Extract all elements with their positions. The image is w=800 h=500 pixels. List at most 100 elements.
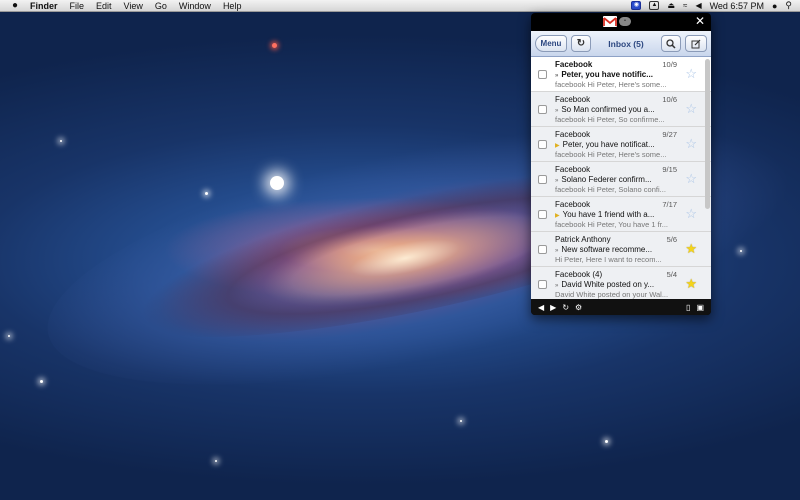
image-capture-icon[interactable]: ▲ xyxy=(649,1,660,10)
gmail-panel: • ✕ Menu ↻ Inbox (5) Facebook 10/9» Peter,… xyxy=(531,13,711,315)
email-snippet: facebook Hi Peter, So confirme... xyxy=(555,115,665,124)
scrollbar[interactable] xyxy=(705,59,710,209)
star xyxy=(740,250,742,252)
gmail-logo-icon xyxy=(603,16,617,27)
email-subject: ▶ Peter, you have notificat... xyxy=(555,140,675,149)
select-checkbox[interactable] xyxy=(538,175,547,184)
red-star xyxy=(272,43,277,48)
star xyxy=(605,440,608,443)
refresh-icon: ↻ xyxy=(576,38,586,49)
star xyxy=(205,192,208,195)
panel-footer: ◀ ▶ ↻ ⚙ ▯ ▣ xyxy=(531,299,711,315)
email-sender: Facebook xyxy=(555,60,593,69)
menu-edit[interactable]: Edit xyxy=(90,0,118,12)
arrow-marker-icon[interactable]: » xyxy=(555,108,558,114)
email-date: 9/15 xyxy=(662,165,677,174)
email-sender: Facebook xyxy=(555,165,591,174)
email-subject-text: Solano Federer confirm... xyxy=(561,175,652,184)
gear-icon[interactable]: ⚙ xyxy=(575,303,582,312)
star xyxy=(215,460,217,462)
email-row[interactable]: Facebook 10/6» So Man confirmed you a... fa… xyxy=(531,92,711,127)
star xyxy=(460,420,462,422)
email-subject: » David White posted on y... xyxy=(555,280,675,289)
email-sender: Facebook xyxy=(555,130,591,139)
email-row[interactable]: Facebook 7/17 ▶ You have 1 friend with a...… xyxy=(531,197,711,232)
arrow-marker-icon[interactable]: » xyxy=(555,73,558,79)
important-marker-icon[interactable]: ▶ xyxy=(555,213,560,219)
email-snippet: David White posted on your Wal... xyxy=(555,290,669,299)
menu-app-name[interactable]: Finder xyxy=(24,0,64,12)
star-icon[interactable]: ☆ xyxy=(685,137,697,150)
email-date: 10/6 xyxy=(662,95,677,104)
email-subject-text: So Man confirmed you a... xyxy=(561,105,655,114)
email-row[interactable]: Facebook 9/27 ▶ Peter, you have notificat..… xyxy=(531,127,711,162)
select-checkbox[interactable] xyxy=(538,210,547,219)
email-row[interactable]: Facebook 10/9» Peter, you have notific... f… xyxy=(531,57,711,92)
user-icon[interactable]: ● xyxy=(772,1,777,11)
select-checkbox[interactable] xyxy=(538,105,547,114)
gmail-label-icon: • xyxy=(619,17,631,26)
previous-icon[interactable]: ◀ xyxy=(538,303,544,312)
email-row[interactable]: Patrick Anthony 5/6» New software recomme.… xyxy=(531,232,711,267)
screen-sharing-icon[interactable]: ◉ xyxy=(631,1,642,10)
arrow-marker-icon[interactable]: » xyxy=(555,248,558,254)
menu-window[interactable]: Window xyxy=(173,0,217,12)
menu-view[interactable]: View xyxy=(118,0,149,12)
arrow-marker-icon[interactable]: » xyxy=(555,283,558,289)
menu-help[interactable]: Help xyxy=(217,0,248,12)
email-row[interactable]: Facebook 9/15» Solano Federer confirm... fa… xyxy=(531,162,711,197)
star-icon[interactable]: ★ xyxy=(685,277,697,290)
email-sender: Facebook (4) xyxy=(555,270,603,279)
lock-icon[interactable]: ▣ xyxy=(696,303,704,312)
email-snippet: facebook Hi Peter, Here's some... xyxy=(555,150,667,159)
mobile-icon[interactable]: ▯ xyxy=(686,303,690,312)
panel-toolbar: Menu ↻ Inbox (5) xyxy=(531,31,711,57)
select-checkbox[interactable] xyxy=(538,280,547,289)
refresh-button[interactable]: ↻ xyxy=(571,35,591,52)
eject-icon[interactable]: ⏏ xyxy=(667,1,675,10)
apple-icon[interactable]: ● xyxy=(6,0,24,11)
email-sender: Facebook xyxy=(555,200,591,209)
volume-icon[interactable]: ◀ xyxy=(695,1,701,10)
star-icon[interactable]: ☆ xyxy=(685,172,697,185)
search-button[interactable] xyxy=(661,35,681,52)
email-subject: » Solano Federer confirm... xyxy=(555,175,675,184)
select-checkbox[interactable] xyxy=(538,70,547,79)
menu-extras: ◉ ▲ ⏏ ≈ ◀ Wed 6:57 PM ● ⚲ xyxy=(631,0,800,11)
select-checkbox[interactable] xyxy=(538,245,547,254)
star xyxy=(60,140,62,142)
inbox-title: Inbox (5) xyxy=(608,38,644,49)
important-marker-icon[interactable]: ▶ xyxy=(555,143,560,149)
menu-bar: ● Finder File Edit View Go Window Help ◉… xyxy=(0,0,800,12)
email-subject: » Peter, you have notific... xyxy=(555,70,675,79)
email-list[interactable]: Facebook 10/9» Peter, you have notific... f… xyxy=(531,57,711,299)
compose-button[interactable] xyxy=(685,35,707,52)
select-checkbox[interactable] xyxy=(538,140,547,149)
email-date: 5/6 xyxy=(666,235,677,244)
email-date: 10/9 xyxy=(662,60,677,69)
email-subject-text: David White posted on y... xyxy=(561,280,655,289)
email-subject-text: Peter, you have notificat... xyxy=(562,140,655,149)
email-sender: Patrick Anthony xyxy=(555,235,611,244)
clock[interactable]: Wed 6:57 PM xyxy=(710,1,764,11)
email-row[interactable]: Facebook (4) 5/4» David White posted on y.… xyxy=(531,267,711,299)
wifi-icon[interactable]: ≈ xyxy=(683,1,687,10)
spotlight-icon[interactable]: ⚲ xyxy=(785,0,792,11)
menu-file[interactable]: File xyxy=(64,0,91,12)
star xyxy=(8,335,10,337)
refresh-icon[interactable]: ↻ xyxy=(562,303,569,312)
star-icon[interactable]: ☆ xyxy=(685,102,697,115)
close-icon[interactable]: ✕ xyxy=(695,15,705,28)
email-subject: » So Man confirmed you a... xyxy=(555,105,675,114)
menu-button[interactable]: Menu xyxy=(535,35,567,52)
star-icon[interactable]: ☆ xyxy=(685,67,697,80)
menu-go[interactable]: Go xyxy=(149,0,173,12)
email-subject: » New software recomme... xyxy=(555,245,675,254)
email-snippet: facebook Hi Peter, Here's some... xyxy=(555,80,667,89)
panel-header: • ✕ xyxy=(531,13,711,31)
email-subject-text: New software recomme... xyxy=(561,245,653,254)
star-icon[interactable]: ☆ xyxy=(685,207,697,220)
next-icon[interactable]: ▶ xyxy=(550,303,556,312)
star-icon[interactable]: ★ xyxy=(685,242,697,255)
arrow-marker-icon[interactable]: » xyxy=(555,178,558,184)
